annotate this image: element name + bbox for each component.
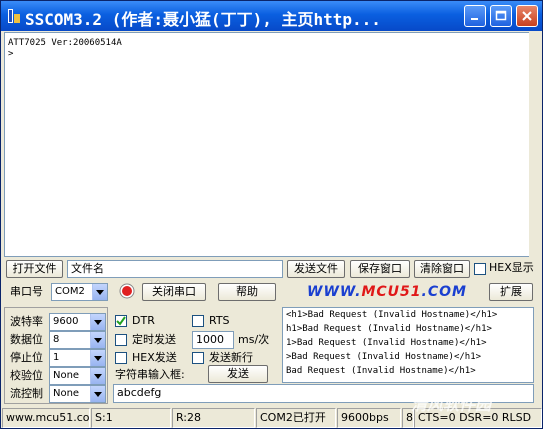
stopbits-select[interactable]: 1 — [49, 349, 106, 367]
baud-value: 9600 — [53, 316, 79, 327]
extended-receive-pane[interactable]: <h1>Bad Request (Invalid Hostname)</h1> … — [282, 307, 534, 383]
interval-input[interactable]: 1000 — [192, 331, 234, 349]
port-status-icon — [119, 283, 135, 299]
minimize-button[interactable] — [464, 5, 486, 27]
port-select[interactable]: COM2 — [51, 283, 108, 301]
port-label: 串口号 — [10, 285, 43, 298]
chevron-down-icon — [92, 284, 107, 300]
dtr-label: DTR — [132, 314, 155, 327]
baud-select[interactable]: 9600 — [49, 313, 106, 331]
interval-unit: ms/次 — [238, 333, 270, 346]
flow-label: 流控制 — [10, 387, 43, 400]
timed-send-checkbox[interactable] — [115, 334, 127, 346]
status-received: R:28 — [172, 408, 255, 428]
databits-label: 数据位 — [10, 333, 43, 346]
checkmark-icon — [116, 316, 126, 326]
title-bar[interactable]: SSCOM3.2 (作者:聂小猛(丁丁), 主页http... — [1, 1, 542, 31]
databits-select[interactable]: 8 — [49, 331, 106, 349]
clear-window-button[interactable]: 清除窗口 — [414, 260, 470, 278]
stopbits-value: 1 — [53, 352, 60, 363]
parity-label: 校验位 — [10, 369, 43, 382]
close-port-button[interactable]: 关闭串口 — [142, 283, 206, 301]
dtr-checkbox[interactable] — [115, 315, 127, 327]
terminal-line-2: > — [8, 49, 14, 59]
baud-label: 波特率 — [10, 315, 43, 328]
watermark: 清风软件园 — [411, 395, 492, 414]
hex-send-checkbox[interactable] — [115, 352, 127, 364]
receive-terminal[interactable]: ATT7025 Ver:20060514A > — [4, 32, 531, 257]
receive-line: Bad Request (Invalid Hostname)</h1> — [286, 366, 476, 376]
receive-line: >Bad Request (Invalid Hostname)</h1> — [286, 352, 482, 362]
hex-display-label: HEX显示 — [489, 261, 534, 274]
terminal-scrollbar[interactable] — [529, 32, 540, 257]
rts-label: RTS — [209, 314, 230, 327]
window-title: SSCOM3.2 (作者:聂小猛(丁丁), 主页http... — [25, 10, 381, 29]
app-window: SSCOM3.2 (作者:聂小猛(丁丁), 主页http... ATT7025 … — [0, 0, 543, 429]
status-port: COM2已打开 — [256, 408, 336, 428]
receive-line: <h1>Bad Request (Invalid Hostname)</h1> — [286, 310, 498, 320]
brand-part1: WWW. — [307, 284, 362, 300]
send-newline-label: 发送新行 — [209, 351, 253, 364]
parity-value: None — [53, 370, 80, 381]
parity-select[interactable]: None — [49, 367, 106, 385]
app-icon — [8, 9, 20, 23]
status-sent: S:1 — [91, 408, 171, 428]
send-newline-checkbox[interactable] — [192, 352, 204, 364]
chevron-down-icon — [90, 332, 105, 348]
input-box-label: 字符串输入框: — [115, 368, 185, 381]
status-baud: 9600bps — [337, 408, 401, 428]
stopbits-label: 停止位 — [10, 351, 43, 364]
receive-line: 1>Bad Request (Invalid Hostname)</h1> — [286, 338, 487, 348]
filename-input[interactable]: 文件名 — [67, 260, 283, 278]
send-file-button[interactable]: 发送文件 — [287, 260, 345, 278]
open-file-button[interactable]: 打开文件 — [6, 260, 63, 278]
hex-send-label: HEX发送 — [132, 351, 177, 364]
send-button[interactable]: 发送 — [208, 365, 268, 383]
hex-display-checkbox[interactable] — [474, 263, 486, 275]
flow-value: None — [53, 388, 80, 399]
terminal-line-1: ATT7025 Ver:20060514A — [8, 38, 122, 48]
close-button[interactable] — [516, 5, 538, 27]
receive-line: h1>Bad Request (Invalid Hostname)</h1> — [286, 324, 492, 334]
databits-value: 8 — [53, 334, 60, 345]
save-window-button[interactable]: 保存窗口 — [350, 260, 410, 278]
minimize-icon — [471, 18, 478, 20]
chevron-down-icon — [90, 350, 105, 366]
chevron-down-icon — [90, 386, 105, 402]
expand-button[interactable]: 扩展 — [489, 283, 533, 301]
rts-checkbox[interactable] — [192, 315, 204, 327]
help-button[interactable]: 帮助 — [218, 283, 276, 301]
brand-part2: MCU51 — [361, 284, 422, 300]
brand-part3: .COM — [421, 284, 467, 300]
close-icon — [522, 11, 532, 21]
status-site[interactable]: www.mcu51.cor — [2, 408, 90, 428]
maximize-button[interactable] — [490, 5, 512, 27]
website-link[interactable]: WWW.MCU51.COM — [307, 284, 467, 300]
flow-select[interactable]: None — [49, 385, 106, 403]
port-value: COM2 — [55, 286, 85, 297]
chevron-down-icon — [90, 314, 105, 330]
timed-send-label: 定时发送 — [132, 333, 176, 346]
chevron-down-icon — [90, 368, 105, 384]
maximize-icon — [495, 10, 507, 21]
